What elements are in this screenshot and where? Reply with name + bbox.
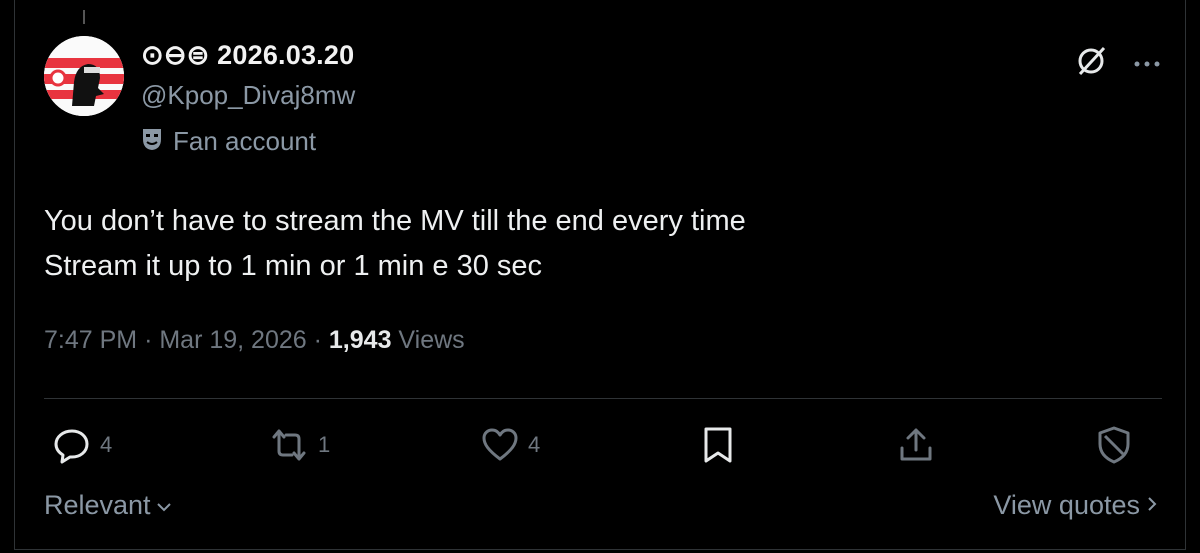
sort-dropdown[interactable]: Relevant	[44, 490, 173, 521]
sort-label: Relevant	[44, 490, 151, 520]
account-label: Fan account	[141, 126, 316, 157]
repost-button[interactable]: 1	[268, 425, 330, 465]
repost-icon	[268, 425, 310, 465]
replies-footer: Relevant View quotes	[44, 490, 1160, 521]
view-quotes-label: View quotes	[993, 490, 1140, 520]
action-bar: 4 1 4	[0, 425, 1200, 465]
post-top-actions	[1074, 44, 1160, 83]
block-shield-button[interactable]	[1096, 425, 1132, 465]
post-date[interactable]: Mar 19, 2026	[159, 326, 306, 354]
handle[interactable]: @Kpop_Divaj8mw	[141, 80, 355, 111]
divider	[44, 398, 1162, 399]
thread-connector-line	[83, 10, 85, 24]
reply-button[interactable]: 4	[52, 425, 112, 465]
meta-separator: ·	[144, 326, 153, 354]
heart-icon	[480, 425, 520, 465]
post-text: You don’t have to stream the MV till the…	[44, 199, 746, 289]
post-text-line: You don’t have to stream the MV till the…	[44, 205, 746, 237]
meta-separator: ·	[313, 326, 322, 354]
views-label: Views	[398, 326, 465, 354]
grok-icon[interactable]	[1074, 44, 1108, 83]
avatar-image	[44, 36, 124, 116]
view-quotes-link[interactable]: View quotes	[993, 490, 1160, 521]
chevron-down-icon	[155, 490, 173, 521]
shield-slash-icon	[1096, 425, 1132, 465]
like-button[interactable]: 4	[480, 425, 540, 465]
like-count: 4	[528, 432, 541, 457]
bookmark-icon	[700, 425, 736, 465]
account-label-text: Fan account	[173, 126, 317, 156]
chevron-right-icon	[1144, 490, 1160, 521]
bookmark-button[interactable]	[700, 425, 736, 465]
avatar[interactable]	[44, 36, 124, 116]
post-time[interactable]: 7:47 PM	[44, 326, 137, 354]
share-icon	[896, 425, 936, 465]
post-meta: 7:47 PM · Mar 19, 2026 · 1,943 Views	[44, 326, 465, 355]
views-count: 1,943	[328, 326, 392, 354]
more-options-icon[interactable]	[1134, 55, 1160, 73]
repost-count: 1	[318, 432, 331, 457]
theater-mask-icon	[141, 127, 163, 156]
author-name-row[interactable]: ⊙⊖⊜ 2026.03.20	[141, 40, 354, 71]
share-button[interactable]	[896, 425, 936, 465]
display-name[interactable]: ⊙⊖⊜ 2026.03.20	[141, 40, 354, 71]
reply-count: 4	[100, 432, 113, 457]
reply-icon	[52, 425, 92, 465]
post-text-line: Stream it up to 1 min or 1 min e 30 sec	[44, 250, 543, 282]
